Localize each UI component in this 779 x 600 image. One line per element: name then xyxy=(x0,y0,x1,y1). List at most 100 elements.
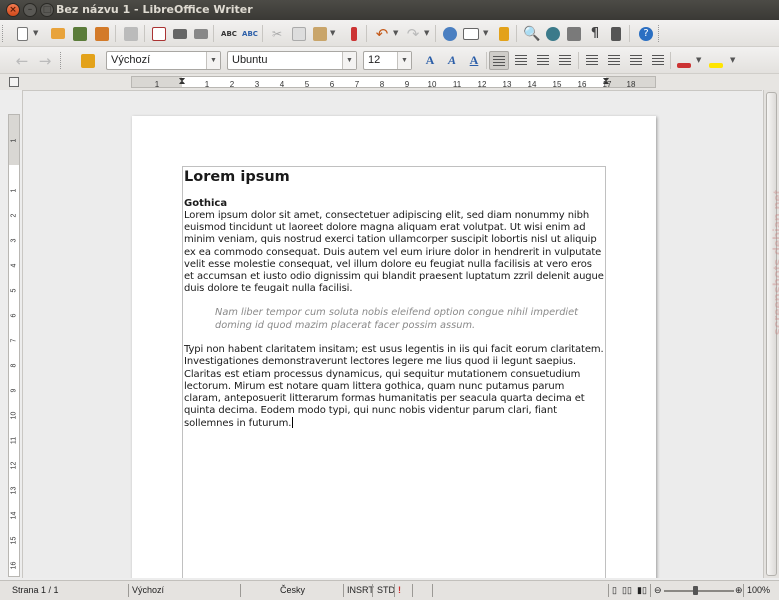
highlighting-dropdown-arrow-icon[interactable]: ▼ xyxy=(730,51,738,70)
copy-icon[interactable] xyxy=(289,24,309,43)
redo-dropdown-arrow-icon[interactable]: ▼ xyxy=(424,24,432,43)
ruler-tick: 6 xyxy=(329,80,335,89)
page-style[interactable]: Výchozí xyxy=(132,585,164,595)
zoom-in-icon[interactable]: ⊕ xyxy=(735,585,743,596)
styles-formatting-icon[interactable] xyxy=(78,51,98,70)
vertical-ruler[interactable]: 1 1 2 3 4 5 6 7 8 9 10 11 12 13 14 15 16 xyxy=(8,114,20,577)
export-icon[interactable] xyxy=(92,24,112,43)
close-window-button[interactable]: × xyxy=(6,3,20,17)
show-draw-functions-icon[interactable] xyxy=(494,24,514,43)
paste-dropdown-arrow-icon[interactable]: ▼ xyxy=(330,24,338,43)
formatting-marks-icon[interactable]: ¶ xyxy=(585,24,605,43)
text-language[interactable]: Česky xyxy=(280,585,305,595)
toolbar-separator xyxy=(516,25,517,42)
edit-file-icon[interactable] xyxy=(121,24,141,43)
document-paragraph[interactable]: Typi non habent claritatem insitam; est … xyxy=(184,344,604,430)
clone-formatting-icon[interactable] xyxy=(344,24,364,43)
italic-icon[interactable]: A xyxy=(442,51,462,70)
font-size-combo[interactable]: 12 ▼ xyxy=(363,51,412,70)
insert-mode[interactable]: INSRT xyxy=(347,585,374,595)
toolbar-grip[interactable] xyxy=(2,25,5,42)
selection-mode[interactable]: STD xyxy=(377,585,395,595)
highlighting-icon[interactable] xyxy=(706,51,726,70)
gallery-icon[interactable] xyxy=(564,24,584,43)
book-view-icon[interactable]: ▮▯ xyxy=(637,585,647,596)
document-paragraph[interactable]: Lorem ipsum dolor sit amet, consectetuer… xyxy=(184,210,604,295)
cut-icon[interactable]: ✂ xyxy=(267,24,287,43)
export-pdf-icon[interactable] xyxy=(149,24,169,43)
document-area[interactable]: Lorem ipsum Gothica Lorem ipsum dolor si… xyxy=(22,90,762,578)
numbering-icon[interactable] xyxy=(582,51,602,70)
chevron-down-icon[interactable]: ▼ xyxy=(397,52,411,69)
font-color-dropdown-arrow-icon[interactable]: ▼ xyxy=(696,51,704,70)
toolbar-separator xyxy=(486,52,487,69)
redo-icon[interactable]: ↷ xyxy=(403,24,423,43)
ruler-tick: 5 xyxy=(10,288,18,293)
new-dropdown-arrow-icon[interactable]: ▼ xyxy=(33,24,41,43)
page-count[interactable]: Strana 1 / 1 xyxy=(12,585,59,595)
ruler-tick: 15 xyxy=(552,80,562,89)
tab-type-icon[interactable] xyxy=(9,77,19,87)
zoom-slider[interactable] xyxy=(664,590,734,592)
previous-arrow-icon[interactable]: ← xyxy=(12,51,32,70)
navigator-icon[interactable] xyxy=(543,24,563,43)
align-left-icon[interactable] xyxy=(489,51,509,70)
multi-page-view-icon[interactable]: ▯▯ xyxy=(622,585,632,596)
document-modified-icon[interactable]: ! xyxy=(398,585,401,595)
document-heading[interactable]: Lorem ipsum xyxy=(184,168,604,186)
right-indent-marker-icon[interactable]: ⧗ xyxy=(602,76,609,87)
find-replace-icon[interactable]: 🔍 xyxy=(522,24,542,43)
next-arrow-icon[interactable]: → xyxy=(35,51,55,70)
font-color-icon[interactable] xyxy=(674,51,694,70)
single-page-view-icon[interactable]: ▯ xyxy=(612,585,617,596)
spellcheck-icon[interactable]: ABC xyxy=(219,24,239,43)
document-page[interactable]: Lorem ipsum Gothica Lorem ipsum dolor si… xyxy=(132,116,656,578)
font-name-combo[interactable]: Ubuntu ▼ xyxy=(227,51,357,70)
status-separator xyxy=(608,584,609,597)
align-justify-icon[interactable] xyxy=(555,51,575,70)
text-body[interactable]: Lorem ipsum Gothica Lorem ipsum dolor si… xyxy=(182,166,606,578)
underline-icon[interactable]: A xyxy=(464,51,484,70)
print-icon[interactable] xyxy=(170,24,190,43)
open-folder-icon[interactable] xyxy=(48,24,68,43)
paste-icon[interactable] xyxy=(310,24,330,43)
paragraph-text[interactable]: Typi non habent claritatem insitam; est … xyxy=(184,344,604,429)
decrease-indent-icon[interactable] xyxy=(626,51,646,70)
autospellcheck-icon[interactable]: ABC xyxy=(240,24,260,43)
hyperlink-icon[interactable] xyxy=(440,24,460,43)
align-right-icon[interactable] xyxy=(533,51,553,70)
ruler-tick: 15 xyxy=(10,536,18,545)
status-separator xyxy=(432,584,433,597)
left-indent-marker-icon[interactable]: ⧗ xyxy=(178,76,185,87)
bullets-icon[interactable] xyxy=(604,51,624,70)
align-center-icon[interactable] xyxy=(511,51,531,70)
save-icon[interactable] xyxy=(70,24,90,43)
paragraph-style-combo[interactable]: Výchozí ▼ xyxy=(106,51,221,70)
toolbar-separator xyxy=(629,25,630,42)
horizontal-ruler[interactable]: 1 1 2 3 4 5 6 7 8 9 10 11 12 13 14 15 16… xyxy=(131,76,656,89)
chevron-down-icon[interactable]: ▼ xyxy=(206,52,220,69)
zoom-slider-knob[interactable] xyxy=(693,586,698,595)
zoom-level[interactable]: 100% xyxy=(747,585,770,595)
status-separator xyxy=(372,584,373,597)
ruler-tick: 14 xyxy=(527,80,537,89)
increase-indent-icon[interactable] xyxy=(648,51,668,70)
toolbar-grip[interactable] xyxy=(60,52,63,69)
bold-icon[interactable]: A xyxy=(420,51,440,70)
table-dropdown-arrow-icon[interactable]: ▼ xyxy=(483,24,491,43)
document-quote[interactable]: Nam liber tempor cum soluta nobis eleife… xyxy=(215,307,601,332)
undo-icon[interactable]: ↶ xyxy=(372,24,392,43)
table-icon[interactable] xyxy=(461,24,481,43)
maximize-window-button[interactable]: □ xyxy=(40,3,54,17)
chevron-down-icon[interactable]: ▼ xyxy=(342,52,356,69)
document-subheading[interactable]: Gothica xyxy=(184,198,604,210)
ruler-tick: 18 xyxy=(626,80,636,89)
new-document-icon[interactable] xyxy=(12,24,32,43)
minimize-window-button[interactable]: – xyxy=(23,3,37,17)
zoom-out-icon[interactable]: ⊖ xyxy=(654,585,662,596)
undo-dropdown-arrow-icon[interactable]: ▼ xyxy=(393,24,401,43)
print-preview-icon[interactable] xyxy=(191,24,211,43)
zoom-icon[interactable] xyxy=(606,24,626,43)
help-icon[interactable]: ? xyxy=(636,24,656,43)
toolbar-grip[interactable] xyxy=(658,25,661,42)
